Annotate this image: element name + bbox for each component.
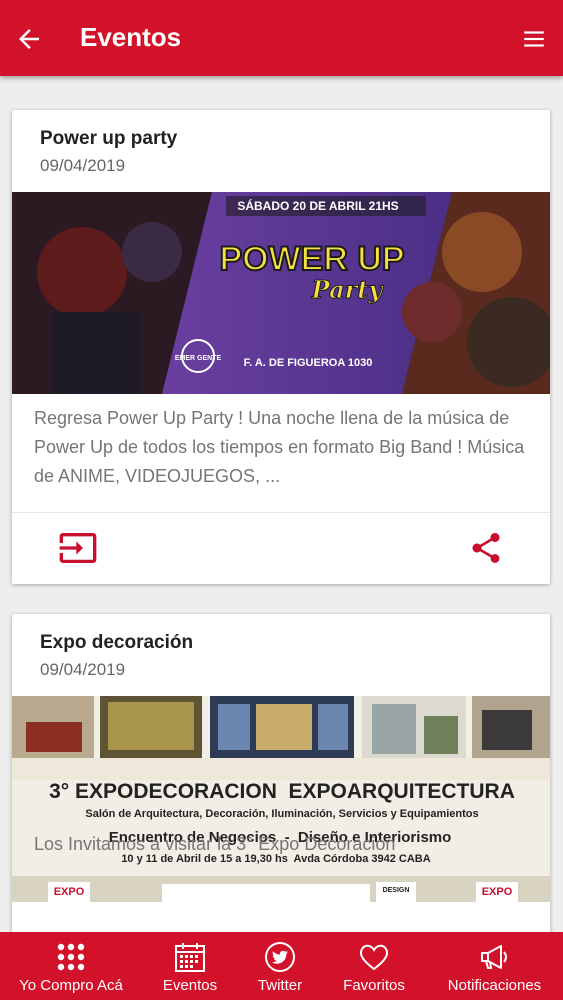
page-title: Eventos: [80, 22, 182, 52]
poster-brand: POWER UP: [219, 240, 404, 278]
share-icon[interactable]: [468, 528, 504, 568]
poster-venue-logo: EMER GENTE: [175, 355, 222, 362]
event-title: Power up party: [40, 128, 178, 149]
events-list[interactable]: Power up party 09/04/2019 SÁBADO 20 DE A…: [0, 76, 563, 932]
event-description: Regresa Power Up Party ! Una noche llena…: [34, 408, 525, 486]
event-poster-image[interactable]: SÁBADO 20 DE ABRIL 21HS POWER UP Party E…: [12, 192, 550, 394]
tab-favoritos[interactable]: Favoritos: [322, 932, 426, 1000]
poster-logo-left: EXPO: [54, 886, 85, 898]
event-date: 09/04/2019: [40, 660, 126, 679]
poster-line2: Salón de Arquitectura, Decoración, Ilumi…: [85, 808, 478, 820]
poster-logo-right: EXPO: [482, 886, 513, 898]
bottom-nav: Yo Compro Acá Eventos Twitter Favoritos: [0, 932, 563, 1000]
poster-headline: 3° EXPODECORACION EXPOARQUITECTURA: [49, 780, 515, 803]
tab-twitter[interactable]: Twitter: [238, 932, 322, 1000]
event-title: Expo decoración: [40, 632, 194, 653]
tab-eventos[interactable]: Eventos: [142, 932, 238, 1000]
menu-icon[interactable]: [520, 26, 548, 52]
tab-label: Yo Compro Acá: [19, 977, 123, 994]
poster-subtitle: Party: [311, 275, 385, 304]
tab-label: Twitter: [257, 977, 303, 994]
card-divider: [12, 512, 550, 513]
tab-label: Notificaciones: [447, 977, 542, 994]
back-arrow-icon[interactable]: [14, 24, 44, 54]
event-description: Los Invitamos a visitar la 3° Expo Decor…: [34, 834, 396, 854]
poster-address: F. A. DE FIGUEROA 1030: [244, 357, 373, 369]
event-date: 09/04/2019: [40, 156, 126, 175]
poster-logo-center: DESIGN: [383, 887, 410, 894]
app-bar: Eventos: [0, 0, 563, 76]
event-card[interactable]: Power up party 09/04/2019 SÁBADO 20 DE A…: [12, 110, 550, 584]
tab-label: Favoritos: [343, 977, 405, 994]
grid-dots-icon: [57, 943, 85, 971]
poster-date-line: SÁBADO 20 DE ABRIL 21HS: [237, 198, 398, 213]
tab-notificaciones[interactable]: Notificaciones: [426, 932, 563, 1000]
twitter-icon: [265, 942, 295, 972]
event-card[interactable]: Expo decoración 09/04/2019 3° EXPODECORA…: [12, 614, 550, 932]
event-poster-image[interactable]: 3° EXPODECORACION EXPOARQUITECTURA Salón…: [12, 696, 550, 902]
tab-label: Eventos: [162, 977, 218, 994]
open-event-icon[interactable]: [58, 528, 98, 568]
heart-icon: [359, 944, 389, 971]
megaphone-icon: [480, 945, 507, 969]
tab-yo-compro-aca[interactable]: Yo Compro Acá: [0, 932, 142, 1000]
calendar-icon: [175, 943, 205, 972]
